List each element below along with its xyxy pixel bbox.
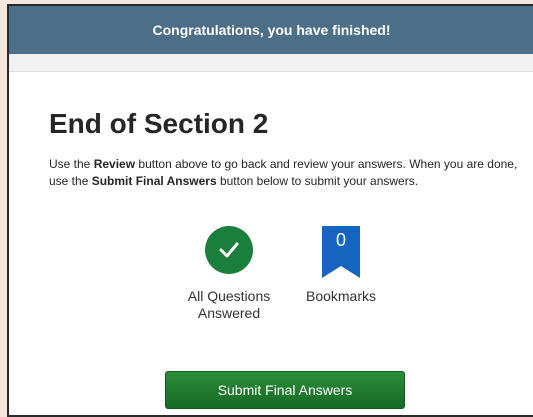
submit-final-answers-button[interactable]: Submit Final Answers [165, 371, 405, 409]
bookmark-count: 0 [335, 230, 346, 250]
review-keyword: Review [93, 157, 136, 171]
toolbar-strip [9, 54, 533, 72]
answered-status: All Questions Answered [169, 226, 289, 322]
check-icon [205, 226, 253, 274]
instructions-text: Use the Review button above to go back a… [49, 157, 518, 188]
answered-label-line1: All Questions [187, 288, 271, 304]
bookmark-icon: 0 [322, 226, 360, 278]
banner-text: Congratulations, you have finished! [152, 22, 391, 38]
completion-banner: Congratulations, you have finished! [9, 6, 533, 54]
bookmarks-label: Bookmarks [305, 288, 377, 304]
answered-label-line2: Answered [197, 305, 261, 321]
page-title: End of Section 2 [49, 108, 269, 139]
submit-keyword: Submit Final Answers [91, 174, 217, 188]
exam-window: Congratulations, you have finished! End … [7, 4, 533, 417]
bookmarks-status: 0 Bookmarks [295, 226, 387, 305]
